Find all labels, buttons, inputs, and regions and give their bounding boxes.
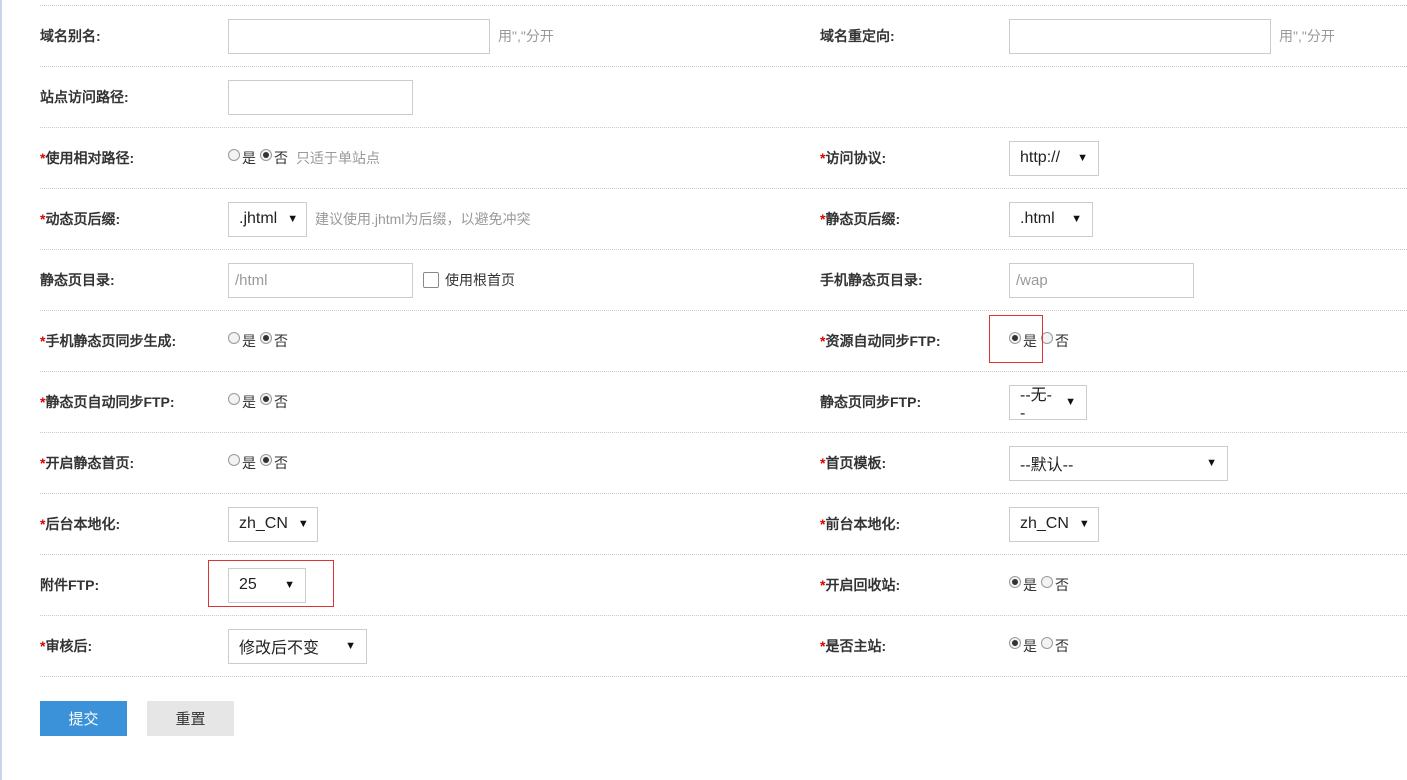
row-relative-path: *使用相对路径: 是 否 只适于单站点 *访问协议: http://▼ [40,128,1407,189]
mobile-static-dir-input[interactable]: /wap [1009,262,1194,298]
dynamic-suffix-select[interactable]: .jhtml ▼ [228,201,307,237]
recycle-yes-radio[interactable] [1009,576,1021,588]
radio-no-label: 否 [1055,333,1069,349]
row-mobile-sync: *手机静态页同步生成: 是 否 *资源自动同步FTP: 是 否 [40,311,1407,372]
row-attach-ftp: 附件FTP: 25 ▼ *开启回收站: 是 否 [40,555,1407,616]
static-auto-ftp-no-radio[interactable] [260,393,272,405]
master-site-no-radio[interactable] [1041,637,1053,649]
chevron-down-icon: ▼ [287,213,299,225]
chevron-down-icon: ▼ [1065,396,1076,408]
static-dir-label: 静态页目录: [40,272,115,288]
front-locale-select[interactable]: zh_CN ▼ [1009,506,1099,542]
after-audit-select[interactable]: 修改后不变 ▼ [228,628,367,664]
domain-alias-input[interactable] [228,18,490,54]
static-dir-input[interactable]: /html [228,262,413,298]
radio-no-label: 否 [274,455,288,471]
radio-no-label: 否 [1055,638,1069,654]
front-locale-label: *前台本地化: [820,516,901,532]
after-audit-label: *审核后: [40,638,93,654]
left-border [0,0,2,780]
radio-no-label: 否 [1055,577,1069,593]
relative-path-yes-radio[interactable] [228,149,240,161]
site-path-label: 站点访问路径: [40,89,129,105]
protocol-select[interactable]: http://▼ [1009,140,1099,176]
res-ftp-highlight-box [989,315,1043,363]
mobile-sync-label: *手机静态页同步生成: [40,333,177,349]
recycle-no-radio[interactable] [1041,576,1053,588]
relative-path-no-radio[interactable] [260,149,272,161]
radio-no-label: 否 [274,150,288,166]
static-index-yes-radio[interactable] [228,454,240,466]
radio-yes-label: 是 [242,333,256,349]
attach-ftp-highlight-box [208,560,334,607]
static-suffix-label: *静态页后缀: [820,211,901,227]
row-suffix: *动态页后缀: .jhtml ▼ 建议使用.jhtml为后缀，以避免冲突 *静态页… [40,189,1407,250]
row-static-dir: 静态页目录: /html 使用根首页 手机静态页目录: /wap [40,250,1407,311]
form-buttons: 提交 重置 [40,701,234,736]
radio-yes-label: 是 [242,394,256,410]
domain-redirect-label: 域名重定向: [820,28,895,44]
mobile-sync-yes-radio[interactable] [228,332,240,344]
row-site-path: 站点访问路径: [40,67,1407,128]
use-root-index-label: 使用根首页 [445,272,515,288]
dynamic-suffix-hint: 建议使用.jhtml为后缀，以避免冲突 [315,211,531,227]
reset-button[interactable]: 重置 [147,701,234,736]
domain-redirect-input[interactable] [1009,18,1271,54]
relative-path-label: *使用相对路径: [40,150,135,166]
chevron-down-icon: ▼ [297,518,309,530]
chevron-down-icon: ▼ [1071,213,1082,225]
radio-no-label: 否 [274,333,288,349]
master-site-label: *是否主站: [820,638,887,654]
submit-button[interactable]: 提交 [40,701,127,736]
relative-path-hint: 只适于单站点 [296,150,380,166]
chevron-down-icon: ▼ [1206,457,1217,469]
static-ftp-select[interactable]: --无-- ▼ [1009,384,1087,422]
static-suffix-select[interactable]: .html ▼ [1009,201,1093,237]
use-root-index-checkbox[interactable] [423,272,439,288]
res-ftp-label: *资源自动同步FTP: [820,333,941,349]
static-auto-ftp-label: *静态页自动同步FTP: [40,394,175,410]
radio-yes-label: 是 [242,150,256,166]
row-locale: *后台本地化: zh_CN ▼ *前台本地化: zh_CN ▼ [40,494,1407,555]
row-static-ftp: *静态页自动同步FTP: 是 否 静态页同步FTP: --无-- ▼ [40,372,1407,433]
radio-yes-label: 是 [1023,577,1037,593]
mobile-static-dir-label: 手机静态页目录: [820,272,923,288]
radio-yes-label: 是 [1023,638,1037,654]
index-tpl-label: *首页模板: [820,455,887,471]
attach-ftp-label: 附件FTP: [40,577,100,593]
domain-redirect-hint: 用","分开 [1279,28,1335,44]
domain-alias-label: 域名别名: [40,28,101,44]
static-auto-ftp-yes-radio[interactable] [228,393,240,405]
admin-locale-label: *后台本地化: [40,516,121,532]
recycle-label: *开启回收站: [820,577,901,593]
static-index-no-radio[interactable] [260,454,272,466]
row-audit: *审核后: 修改后不变 ▼ *是否主站: 是 否 [40,616,1407,677]
admin-locale-select[interactable]: zh_CN ▼ [228,506,318,542]
static-index-label: *开启静态首页: [40,455,135,471]
radio-no-label: 否 [274,394,288,410]
site-config-form: 域名别名: 用","分开 域名重定向: 用","分开 站点访问路径: *使用相对… [40,0,1407,677]
chevron-down-icon: ▼ [1077,152,1088,164]
row-domain: 域名别名: 用","分开 域名重定向: 用","分开 [40,5,1407,67]
dynamic-suffix-label: *动态页后缀: [40,211,121,227]
chevron-down-icon: ▼ [345,640,356,652]
master-site-yes-radio[interactable] [1009,637,1021,649]
static-ftp-label: 静态页同步FTP: [820,394,922,410]
radio-yes-label: 是 [242,455,256,471]
mobile-sync-no-radio[interactable] [260,332,272,344]
chevron-down-icon: ▼ [1078,518,1090,530]
protocol-label: *访问协议: [820,150,887,166]
row-static-index: *开启静态首页: 是 否 *首页模板: --默认-- ▼ [40,433,1407,494]
site-path-input[interactable] [228,79,413,115]
index-tpl-select[interactable]: --默认-- ▼ [1009,445,1228,481]
domain-alias-hint: 用","分开 [498,28,554,44]
